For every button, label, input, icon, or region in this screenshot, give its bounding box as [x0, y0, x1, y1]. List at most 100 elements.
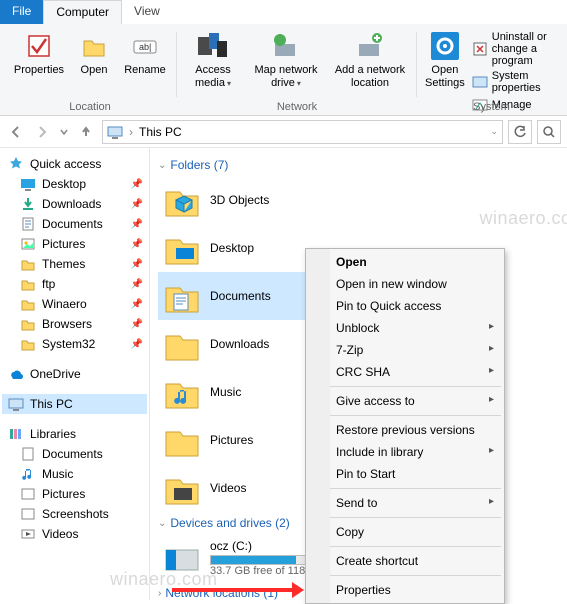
ctx-open-new-window[interactable]: Open in new window [308, 273, 502, 295]
nav-forward-button[interactable] [32, 122, 52, 142]
documents-icon [20, 216, 36, 232]
pin-icon: 📌 [131, 219, 143, 230]
libraries[interactable]: Libraries [2, 424, 147, 444]
sidebar-item-downloads[interactable]: Downloads📌 [2, 194, 147, 214]
ctx-properties[interactable]: Properties [308, 579, 502, 601]
pin-icon: 📌 [131, 279, 143, 290]
nav-recent-button[interactable] [58, 122, 70, 142]
quick-access[interactable]: Quick access [2, 154, 147, 174]
map-drive-label: Map network drive▾ [247, 64, 325, 90]
sidebar-item-browsers[interactable]: Browsers📌 [2, 314, 147, 334]
rename-label: Rename [124, 64, 166, 77]
ctx-restore-versions[interactable]: Restore previous versions [308, 419, 502, 441]
nav-tree: Quick access Desktop📌 Downloads📌 Documen… [0, 148, 150, 600]
open-button[interactable]: Open [72, 28, 116, 79]
this-pc-icon [107, 124, 123, 140]
documents-folder-icon [162, 276, 202, 316]
system-props-icon [472, 74, 488, 90]
open-folder-icon [78, 30, 110, 62]
rename-button[interactable]: ab| Rename [120, 28, 170, 79]
properties-label: Properties [14, 64, 64, 77]
network-group-label: Network [178, 101, 416, 113]
sidebar-lib-music[interactable]: Music [2, 464, 147, 484]
nav-up-button[interactable] [76, 122, 96, 142]
folder-icon [20, 336, 36, 352]
libraries-icon [8, 426, 24, 442]
music-icon [20, 466, 36, 482]
uninstall-button[interactable]: Uninstall or change a program [470, 30, 559, 68]
folder-icon [20, 276, 36, 292]
sidebar-item-winaero[interactable]: Winaero📌 [2, 294, 147, 314]
context-menu: Open Open in new window Pin to Quick acc… [305, 248, 505, 604]
this-pc[interactable]: This PC [2, 394, 147, 414]
tab-view[interactable]: View [122, 0, 172, 24]
address-dropdown-icon[interactable]: ⌄ [490, 126, 498, 137]
refresh-button[interactable] [508, 120, 532, 144]
ctx-pin-quick[interactable]: Pin to Quick access [308, 295, 502, 317]
sidebar-item-ftp[interactable]: ftp📌 [2, 274, 147, 294]
sidebar-item-desktop[interactable]: Desktop📌 [2, 174, 147, 194]
title-tabs: File Computer View [0, 0, 567, 24]
sidebar-lib-videos[interactable]: Videos [2, 524, 147, 544]
desktop-folder-icon [162, 228, 202, 268]
sidebar-lib-screenshots[interactable]: Screenshots [2, 504, 147, 524]
libraries-label: Libraries [30, 427, 76, 441]
sidebar-item-pictures[interactable]: Pictures📌 [2, 234, 147, 254]
ctx-include-library[interactable]: Include in library [308, 441, 502, 463]
folders-group-header[interactable]: ⌄Folders (7) [158, 154, 559, 176]
uninstall-icon [472, 41, 488, 57]
search-button[interactable] [537, 120, 561, 144]
path-segment[interactable]: This PC [139, 125, 182, 139]
sidebar-lib-documents[interactable]: Documents [2, 444, 147, 464]
add-network-icon [354, 30, 386, 62]
sysprops-button[interactable]: System properties [470, 69, 559, 95]
ctx-copy[interactable]: Copy [308, 521, 502, 543]
tab-computer[interactable]: Computer [43, 0, 122, 24]
map-drive-button[interactable]: Map network drive▾ [246, 28, 326, 92]
sidebar-item-system32[interactable]: System32📌 [2, 334, 147, 354]
ctx-send-to[interactable]: Send to [308, 492, 502, 514]
tab-file[interactable]: File [0, 0, 43, 24]
add-network-label: Add a network location [331, 64, 409, 90]
access-media-button[interactable]: Access media▾ [184, 28, 242, 92]
desktop-icon [20, 176, 36, 192]
add-network-button[interactable]: Add a network location [330, 28, 410, 92]
nav-back-button[interactable] [6, 122, 26, 142]
highlight-arrow [172, 588, 292, 592]
onedrive[interactable]: OneDrive [2, 364, 147, 384]
media-devices-icon [197, 30, 229, 62]
chevron-right-icon: › [158, 588, 161, 599]
pin-icon: 📌 [131, 199, 143, 210]
pin-icon: 📌 [131, 179, 143, 190]
ctx-open[interactable]: Open [308, 251, 502, 273]
ctx-create-shortcut[interactable]: Create shortcut [308, 550, 502, 572]
checkbox-icon [23, 30, 55, 62]
music-folder-icon [162, 372, 202, 412]
ctx-7zip[interactable]: 7-Zip [308, 339, 502, 361]
pictures-folder-icon [162, 420, 202, 460]
documents-icon [20, 446, 36, 462]
pictures-icon [20, 506, 36, 522]
videos-folder-icon [162, 468, 202, 508]
ctx-unblock[interactable]: Unblock [308, 317, 502, 339]
downloads-icon [20, 196, 36, 212]
nav-bar: › This PC ⌄ [0, 116, 567, 148]
folder-3d-objects[interactable]: 3D Objects [158, 176, 388, 224]
open-settings-button[interactable]: Open Settings [424, 28, 466, 92]
this-pc-label: This PC [30, 397, 73, 411]
ribbon-group-location: Properties Open ab| Rename Location [4, 26, 176, 115]
address-bar[interactable]: › This PC ⌄ [102, 120, 503, 144]
properties-button[interactable]: Properties [10, 28, 68, 79]
svg-text:ab|: ab| [139, 42, 151, 52]
ctx-give-access[interactable]: Give access to [308, 390, 502, 412]
sidebar-lib-pictures[interactable]: Pictures [2, 484, 147, 504]
ctx-pin-start[interactable]: Pin to Start [308, 463, 502, 485]
folder-icon [20, 256, 36, 272]
ctx-crc-sha[interactable]: CRC SHA [308, 361, 502, 383]
sidebar-item-themes[interactable]: Themes📌 [2, 254, 147, 274]
pin-icon: 📌 [131, 239, 143, 250]
ribbon-group-system: Open Settings Uninstall or change a prog… [418, 26, 565, 115]
pin-icon: 📌 [131, 299, 143, 310]
sidebar-item-documents[interactable]: Documents📌 [2, 214, 147, 234]
pin-icon: 📌 [131, 259, 143, 270]
